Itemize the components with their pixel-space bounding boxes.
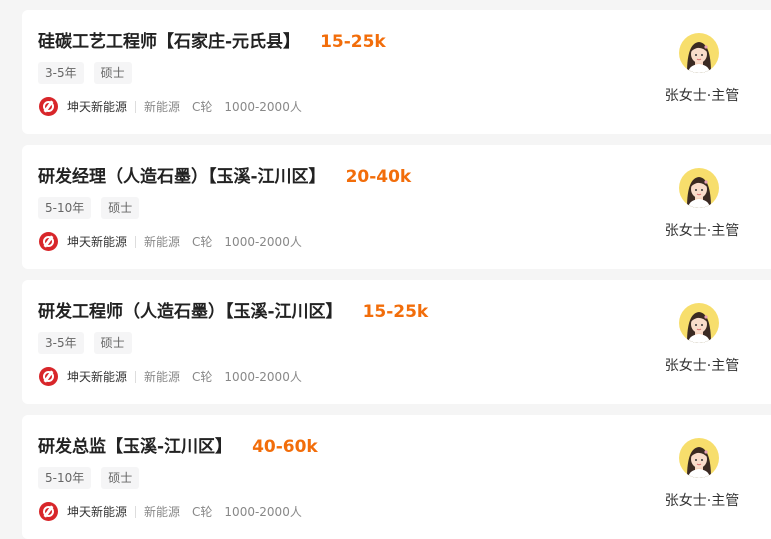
company-logo-icon[interactable] bbox=[39, 367, 58, 386]
job-card[interactable]: 研发工程师（人造石墨）【玉溪-江川区】 15-25k 3-5年 硕士 坤天新能源… bbox=[22, 280, 771, 404]
degree-tag: 硕士 bbox=[101, 467, 140, 489]
job-tags: 5-10年 硕士 bbox=[38, 197, 149, 219]
company-funding: C轮 bbox=[192, 370, 213, 384]
job-title-row: 研发工程师（人造石墨）【玉溪-江川区】 15-25k bbox=[38, 297, 428, 322]
recruiter-avatar-icon[interactable] bbox=[679, 303, 719, 343]
experience-tag: 5-10年 bbox=[38, 467, 92, 489]
company-size: 1000-2000人 bbox=[224, 370, 302, 384]
job-title-row: 研发经理（人造石墨）【玉溪-江川区】 20-40k bbox=[38, 162, 411, 187]
divider bbox=[135, 370, 137, 383]
divider bbox=[135, 505, 137, 518]
salary: 15-25k bbox=[320, 32, 386, 52]
salary: 15-25k bbox=[362, 302, 429, 322]
experience-tag: 3-5年 bbox=[38, 62, 84, 84]
salary: 20-40k bbox=[345, 167, 412, 187]
job-title-row: 研发总监【玉溪-江川区】 40-60k bbox=[38, 432, 318, 457]
recruiter-name[interactable]: 张女士·主管 bbox=[662, 490, 742, 510]
company-industry: 新能源 bbox=[144, 100, 181, 114]
company-name[interactable]: 坤天新能源 bbox=[67, 233, 127, 250]
job-tags: 5-10年 硕士 bbox=[38, 467, 149, 489]
recruiter-avatar-icon[interactable] bbox=[679, 168, 719, 208]
salary: 40-60k bbox=[252, 437, 318, 457]
job-tags: 3-5年 硕士 bbox=[38, 62, 142, 84]
job-card[interactable]: 研发总监【玉溪-江川区】 40-60k 5-10年 硕士 坤天新能源 新能源 C… bbox=[22, 415, 771, 539]
company-info: 坤天新能源 新能源 C轮 1000-2000人 bbox=[39, 367, 314, 386]
recruiter-avatar-icon[interactable] bbox=[679, 438, 719, 478]
company-size: 1000-2000人 bbox=[224, 100, 302, 114]
company-size: 1000-2000人 bbox=[224, 505, 302, 519]
company-info: 坤天新能源 新能源 C轮 1000-2000人 bbox=[39, 502, 314, 521]
recruiter-name[interactable]: 张女士·主管 bbox=[662, 355, 742, 375]
job-title[interactable]: 硅碳工艺工程师【石家庄-元氏县】 bbox=[38, 27, 300, 52]
company-info: 坤天新能源 新能源 C轮 1000-2000人 bbox=[39, 232, 314, 251]
company-name[interactable]: 坤天新能源 bbox=[67, 98, 127, 115]
company-funding: C轮 bbox=[192, 505, 213, 519]
recruiter-avatar-icon[interactable] bbox=[679, 33, 719, 73]
company-name[interactable]: 坤天新能源 bbox=[67, 503, 127, 520]
recruiter-name[interactable]: 张女士·主管 bbox=[662, 85, 742, 105]
recruiter-name[interactable]: 张女士·主管 bbox=[662, 220, 742, 240]
company-funding: C轮 bbox=[192, 100, 213, 114]
degree-tag: 硕士 bbox=[93, 332, 132, 354]
job-tags: 3-5年 硕士 bbox=[38, 332, 142, 354]
divider bbox=[135, 100, 137, 113]
job-title-row: 硅碳工艺工程师【石家庄-元氏县】 15-25k bbox=[38, 27, 386, 52]
company-logo-icon[interactable] bbox=[39, 502, 58, 521]
company-funding: C轮 bbox=[192, 235, 213, 249]
company-name[interactable]: 坤天新能源 bbox=[67, 368, 127, 385]
experience-tag: 3-5年 bbox=[38, 332, 84, 354]
job-card[interactable]: 研发经理（人造石墨）【玉溪-江川区】 20-40k 5-10年 硕士 坤天新能源… bbox=[22, 145, 771, 269]
company-info: 坤天新能源 新能源 C轮 1000-2000人 bbox=[39, 97, 314, 116]
job-title[interactable]: 研发总监【玉溪-江川区】 bbox=[38, 432, 232, 457]
company-industry: 新能源 bbox=[144, 370, 181, 384]
job-title[interactable]: 研发经理（人造石墨）【玉溪-江川区】 bbox=[38, 162, 326, 187]
company-logo-icon[interactable] bbox=[39, 232, 58, 251]
job-title[interactable]: 研发工程师（人造石墨）【玉溪-江川区】 bbox=[38, 297, 343, 322]
degree-tag: 硕士 bbox=[93, 62, 132, 84]
degree-tag: 硕士 bbox=[101, 197, 140, 219]
company-logo-icon[interactable] bbox=[39, 97, 58, 116]
company-industry: 新能源 bbox=[144, 235, 181, 249]
divider bbox=[135, 235, 137, 248]
job-card[interactable]: 硅碳工艺工程师【石家庄-元氏县】 15-25k 3-5年 硕士 坤天新能源 新能… bbox=[22, 10, 771, 134]
company-size: 1000-2000人 bbox=[224, 235, 302, 249]
company-industry: 新能源 bbox=[144, 505, 181, 519]
experience-tag: 5-10年 bbox=[38, 197, 92, 219]
